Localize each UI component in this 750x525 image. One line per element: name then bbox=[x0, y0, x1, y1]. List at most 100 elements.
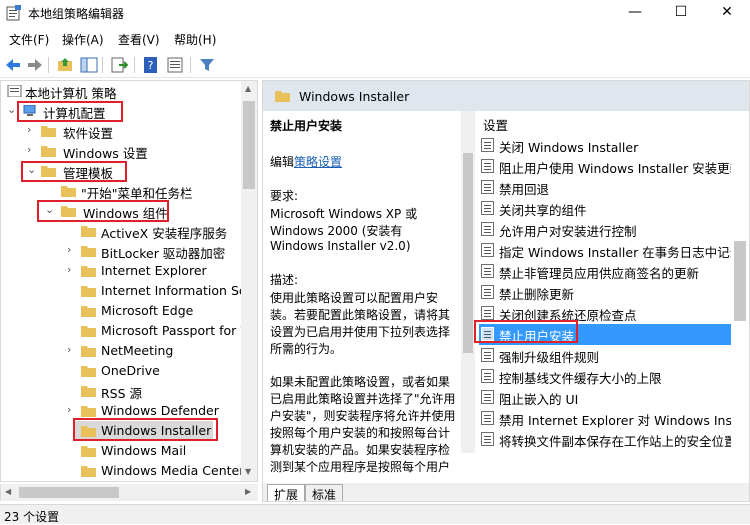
tree-vertical-scrollbar[interactable]: ▲ ▼ bbox=[241, 81, 257, 481]
description-panel: 禁止用户安装 编辑 策略设置 要求: Microsoft Windows XP … bbox=[263, 111, 463, 483]
list-item[interactable]: 阻止用户使用 Windows Installer 安装更新和 bbox=[479, 156, 747, 177]
scroll-thumb[interactable] bbox=[734, 241, 746, 321]
folder-icon bbox=[81, 306, 96, 317]
list-item[interactable]: 阻止嵌入的 UI bbox=[479, 387, 747, 408]
maximize-button[interactable]: ☐ bbox=[658, 0, 704, 26]
folder-icon bbox=[81, 246, 96, 257]
scroll-thumb[interactable] bbox=[19, 487, 119, 498]
chevron-down-icon[interactable]: ⌄ bbox=[7, 103, 17, 116]
help-icon[interactable]: ? bbox=[142, 56, 160, 74]
export-list-icon[interactable] bbox=[110, 56, 128, 74]
folder-icon bbox=[41, 126, 56, 137]
chevron-right-icon[interactable]: › bbox=[27, 143, 37, 156]
status-text: 23 个设置 bbox=[4, 510, 60, 524]
tab-standard[interactable]: 标准 bbox=[305, 484, 344, 501]
up-folder-icon[interactable] bbox=[56, 56, 74, 74]
folder-icon bbox=[275, 91, 290, 102]
scroll-right-icon[interactable]: ▶ bbox=[245, 487, 251, 496]
highlight-box bbox=[73, 418, 218, 441]
list-item[interactable]: 禁止删除更新 bbox=[479, 282, 747, 303]
chevron-right-icon[interactable]: › bbox=[67, 243, 77, 256]
policy-setting-icon bbox=[481, 390, 494, 404]
highlight-box bbox=[21, 161, 127, 182]
edit-prefix: 编辑 bbox=[270, 155, 295, 169]
chevron-right-icon[interactable]: › bbox=[67, 343, 77, 356]
scroll-left-icon[interactable]: ◀ bbox=[5, 487, 11, 496]
chevron-right-icon[interactable]: › bbox=[27, 123, 37, 136]
policy-setting-icon bbox=[481, 285, 494, 299]
folder-icon bbox=[81, 346, 96, 357]
filter-icon[interactable] bbox=[198, 56, 216, 74]
svg-text:?: ? bbox=[148, 59, 154, 72]
list-item[interactable]: 允许用户对安装进行控制 bbox=[479, 219, 747, 240]
minimize-button[interactable]: — bbox=[612, 0, 658, 26]
list-item[interactable]: 将转换文件副本保存在工作站上的安全位置 bbox=[479, 429, 747, 450]
folder-icon bbox=[81, 286, 96, 297]
computer-policy-icon bbox=[7, 85, 22, 97]
scroll-thumb[interactable] bbox=[243, 101, 255, 189]
list-item[interactable]: 禁用回退 bbox=[479, 177, 747, 198]
settings-list: 设置 关闭 Windows Installer 阻止用户使用 Windows I… bbox=[475, 111, 749, 483]
toolbar: ? bbox=[0, 52, 750, 78]
policy-setting-icon bbox=[481, 348, 494, 362]
details-pane: Windows Installer 禁止用户安装 编辑 策略设置 要求: Mic… bbox=[262, 80, 750, 502]
policy-setting-icon bbox=[481, 222, 494, 236]
policy-setting-icon bbox=[481, 369, 494, 383]
settings-column-header[interactable]: 设置 bbox=[483, 115, 508, 134]
tab-extended[interactable]: 扩展 bbox=[267, 484, 306, 501]
scroll-up-icon[interactable]: ▲ bbox=[245, 84, 251, 93]
menu-file[interactable]: 文件(F) bbox=[9, 31, 49, 48]
back-icon[interactable] bbox=[4, 56, 22, 74]
list-item[interactable]: 禁用 Internet Explorer 对 Windows Instal bbox=[479, 408, 747, 429]
policy-setting-icon bbox=[481, 138, 494, 152]
folder-icon bbox=[81, 266, 96, 277]
policy-setting-icon bbox=[481, 201, 494, 215]
show-hide-tree-icon[interactable] bbox=[80, 56, 98, 74]
chevron-right-icon[interactable]: › bbox=[67, 263, 77, 276]
setting-title: 禁止用户安装 bbox=[270, 119, 343, 133]
list-item[interactable]: 关闭共享的组件 bbox=[479, 198, 747, 219]
highlight-box bbox=[17, 101, 123, 122]
scroll-thumb[interactable] bbox=[463, 153, 473, 353]
folder-icon bbox=[61, 186, 76, 197]
folder-icon bbox=[81, 466, 96, 477]
policy-setting-icon bbox=[481, 159, 494, 173]
folder-icon bbox=[81, 446, 96, 457]
policy-setting-icon bbox=[481, 243, 494, 257]
folder-icon bbox=[81, 366, 96, 377]
menu-bar: 文件(F) 操作(A) 查看(V) 帮助(H) bbox=[0, 28, 750, 50]
highlight-box bbox=[474, 320, 578, 343]
list-item[interactable]: 指定 Windows Installer 在事务日志中记录的 bbox=[479, 240, 747, 261]
menu-action[interactable]: 操作(A) bbox=[62, 31, 104, 48]
list-item[interactable]: 禁止非管理员应用供应商签名的更新 bbox=[479, 261, 747, 282]
view-tabs: 扩展 标准 bbox=[263, 483, 749, 501]
forward-icon[interactable] bbox=[26, 56, 44, 74]
folder-icon bbox=[81, 326, 96, 337]
list-item[interactable]: 关闭 Windows Installer bbox=[479, 135, 747, 156]
list-item[interactable]: 控制基线文件缓存大小的上限 bbox=[479, 366, 747, 387]
list-item[interactable]: 强制升级组件规则 bbox=[479, 345, 747, 366]
policy-setting-icon bbox=[481, 306, 494, 320]
properties-icon[interactable] bbox=[166, 56, 184, 74]
description-scrollbar[interactable] bbox=[461, 111, 475, 453]
edit-policy-link[interactable]: 策略设置 bbox=[294, 153, 342, 170]
details-header: Windows Installer bbox=[263, 81, 749, 111]
close-button[interactable]: ✕ bbox=[704, 0, 750, 26]
status-bar: 23 个设置 bbox=[0, 504, 750, 524]
chevron-right-icon[interactable]: › bbox=[67, 403, 77, 416]
settings-scrollbar[interactable] bbox=[731, 111, 749, 483]
folder-icon bbox=[81, 406, 96, 417]
folder-icon bbox=[81, 386, 96, 397]
policy-editor-icon bbox=[6, 5, 21, 21]
menu-help[interactable]: 帮助(H) bbox=[174, 31, 216, 48]
folder-icon bbox=[81, 226, 96, 237]
scroll-down-icon[interactable]: ▼ bbox=[245, 467, 251, 476]
policy-setting-icon bbox=[481, 411, 494, 425]
highlight-box bbox=[37, 200, 169, 222]
policy-setting-icon bbox=[481, 432, 494, 446]
menu-view[interactable]: 查看(V) bbox=[118, 31, 160, 48]
tree-horizontal-scrollbar[interactable]: ◀ ▶ bbox=[0, 484, 258, 501]
folder-icon bbox=[41, 146, 56, 157]
window-title: 本地组策略编辑器 bbox=[28, 7, 125, 21]
policy-setting-icon bbox=[481, 264, 494, 278]
